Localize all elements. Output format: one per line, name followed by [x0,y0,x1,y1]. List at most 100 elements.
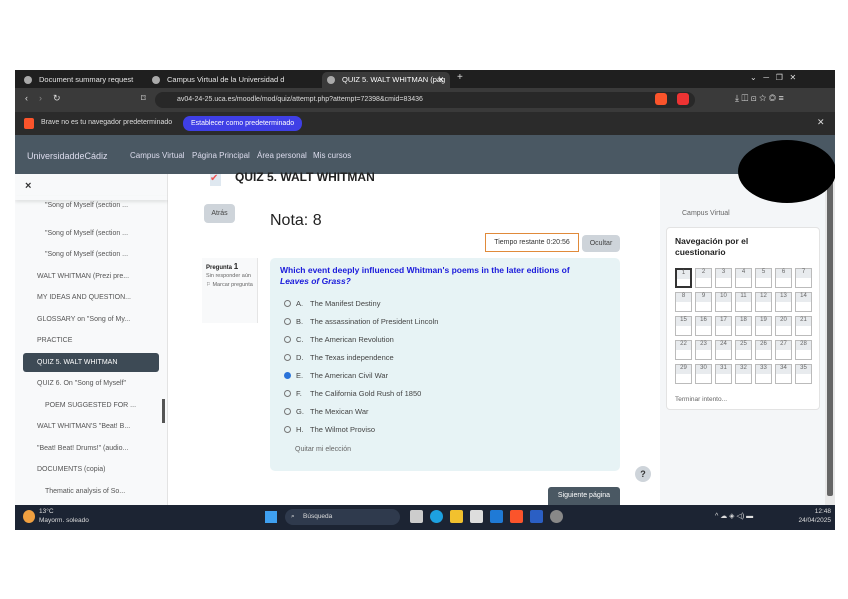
course-index-item[interactable]: MY IDEAS AND QUESTION... [23,288,159,307]
brave-taskbar-icon[interactable] [510,510,523,523]
file-explorer-icon[interactable] [450,510,463,523]
quiz-nav-button[interactable]: 5 [755,268,772,288]
quiz-nav-button[interactable]: 22 [675,340,692,360]
toolbar-icons[interactable]: ⤓ ◫ ⊡ ☆ ◎ ≡ [735,93,784,104]
quiz-nav-button[interactable]: 11 [735,292,752,312]
tab-document-summary[interactable]: Document summary request [19,72,144,88]
hide-timer-button[interactable]: Ocultar [582,235,620,252]
radio-button[interactable] [284,390,291,397]
brand-logo[interactable]: UniversidaddeCádiz [27,151,108,161]
answer-option[interactable]: E. The American Civil War [284,367,388,385]
quiz-nav-button[interactable]: 24 [715,340,732,360]
quiz-nav-button[interactable]: 13 [775,292,792,312]
course-index-item[interactable]: POEM SUGGESTED FOR ... [23,396,159,415]
quiz-nav-button[interactable]: 2 [695,268,712,288]
radio-button[interactable] [284,408,291,415]
quiz-nav-button[interactable]: 10 [715,292,732,312]
course-index-item[interactable]: WALT WHITMAN (Prezi pre... [23,267,159,286]
tab-campus-virtual[interactable]: Campus Virtual de la Universidad d [147,72,319,88]
quiz-nav-button[interactable]: 4 [735,268,752,288]
answer-option[interactable]: D. The Texas independence [284,349,394,367]
brave-rewards-icon[interactable] [677,93,689,105]
start-icon[interactable] [265,511,277,523]
close-infobar-icon[interactable]: ✕ [817,117,825,128]
course-index-item[interactable]: WALT WHITMAN'S "Beat! B... [23,417,159,436]
course-index-item[interactable]: "Song of Myself (section ... [23,245,159,264]
nav-pagina-principal[interactable]: Página Principal [192,151,250,160]
task-view-icon[interactable] [410,510,423,523]
quiz-nav-button[interactable]: 26 [755,340,772,360]
course-index-item[interactable]: PRACTICE [23,331,159,350]
quiz-nav-button[interactable]: 32 [735,364,752,384]
back-button[interactable]: Atrás [204,204,235,223]
answer-option[interactable]: C. The American Revolution [284,331,394,349]
quiz-nav-button[interactable]: 8 [675,292,692,312]
quiz-nav-button[interactable]: 6 [775,268,792,288]
quiz-nav-button[interactable]: 7 [795,268,812,288]
course-index-item[interactable]: "Beat! Beat! Drums!" (audio... [23,439,159,458]
answer-option[interactable]: B. The assassination of President Lincoln [284,313,438,331]
system-tray-icons[interactable]: ^ ☁ ◈ ◁) ▬ [715,512,753,520]
taskbar-search[interactable]: ⌕ Búsqueda [285,509,400,525]
new-tab-icon[interactable]: + [457,72,463,83]
word-icon[interactable] [530,510,543,523]
finish-attempt-link[interactable]: Terminar intento... [675,396,727,403]
flag-question-link[interactable]: ⚐ Marcar pregunta [206,282,253,288]
radio-button[interactable] [284,318,291,325]
quiz-nav-button[interactable]: 27 [775,340,792,360]
next-page-button[interactable]: Siguiente página [548,487,620,505]
nav-campus-virtual[interactable]: Campus Virtual [130,151,185,160]
answer-option[interactable]: F. The California Gold Rush of 1850 [284,385,421,403]
quiz-nav-button[interactable]: 21 [795,316,812,336]
forward-icon[interactable]: › [39,93,42,103]
quiz-nav-button[interactable]: 19 [755,316,772,336]
close-drawer-icon[interactable]: × [25,180,31,192]
radio-button[interactable] [284,300,291,307]
quiz-nav-button[interactable]: 17 [715,316,732,336]
close-tab-icon[interactable]: ✕ [438,72,444,88]
quiz-nav-button[interactable]: 25 [735,340,752,360]
clear-choice-link[interactable]: Quitar mi elección [295,446,351,453]
quiz-nav-button[interactable]: 33 [755,364,772,384]
quiz-nav-button[interactable]: 31 [715,364,732,384]
quiz-nav-button[interactable]: 1 [675,268,692,288]
page-scrollbar[interactable] [825,174,835,505]
quiz-nav-button[interactable]: 29 [675,364,692,384]
back-icon[interactable]: ‹ [25,93,28,103]
bookmark-icon[interactable]: ⌑ [141,93,146,104]
answer-option[interactable]: G. The Mexican War [284,403,369,421]
nav-mis-cursos[interactable]: Mis cursos [313,151,351,160]
answer-option[interactable]: A. The Manifest Destiny [284,295,380,313]
quiz-nav-button[interactable]: 20 [775,316,792,336]
course-index-item[interactable]: GLOSSARY on "Song of My... [23,310,159,329]
help-button[interactable]: ? [635,466,651,482]
course-index-item[interactable]: QUIZ 5. WALT WHITMAN [23,352,159,372]
store-icon[interactable] [470,510,483,523]
quiz-nav-button[interactable]: 34 [775,364,792,384]
outlook-icon[interactable] [490,510,503,523]
course-index-item[interactable]: "Song of Myself (section ... [23,224,159,243]
nav-area-personal[interactable]: Área personal [257,151,307,160]
quiz-nav-button[interactable]: 3 [715,268,732,288]
settings-icon[interactable] [550,510,563,523]
tab-quiz[interactable]: QUIZ 5. WALT WHITMAN (pág ✕ [322,72,450,88]
url-input[interactable]: av04-24-25.uca.es/moodle/mod/quiz/attemp… [155,92,695,108]
radio-button[interactable] [284,372,291,379]
quiz-nav-button[interactable]: 23 [695,340,712,360]
quiz-nav-button[interactable]: 9 [695,292,712,312]
quiz-nav-button[interactable]: 12 [755,292,772,312]
quiz-nav-button[interactable]: 35 [795,364,812,384]
quiz-nav-button[interactable]: 16 [695,316,712,336]
brave-shield-icon[interactable] [655,93,667,105]
set-default-button[interactable]: Establecer como predeterminado [183,116,303,131]
course-index-item[interactable]: QUIZ 6. On "Song of Myself" [23,374,159,393]
quiz-nav-button[interactable]: 15 [675,316,692,336]
course-index-item[interactable]: DOCUMENTS (copia) [23,460,159,479]
minimize-icon[interactable]: ⌄ ─ ❐ ✕ [750,73,796,82]
course-index-item[interactable]: "Song of Myself (section ... [23,196,159,215]
quiz-nav-button[interactable]: 30 [695,364,712,384]
edge-icon[interactable] [430,510,443,523]
radio-button[interactable] [284,354,291,361]
quiz-nav-button[interactable]: 28 [795,340,812,360]
quiz-nav-button[interactable]: 14 [795,292,812,312]
